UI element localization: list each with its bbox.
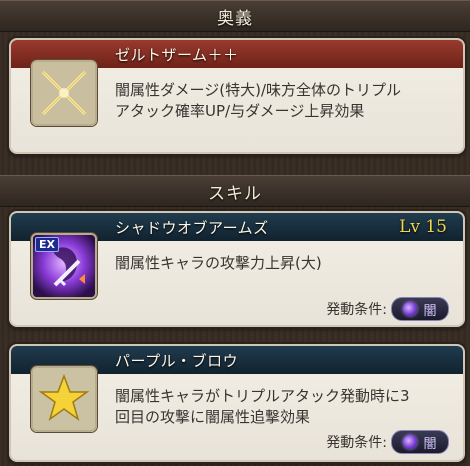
skill-card-1[interactable]: シャドウオブアームズ Lv 15 EX 闇属性キャラの攻撃力上昇(大) 発動条件… [9, 211, 465, 327]
skill-1-condition: 発動条件: 闇 [326, 297, 449, 321]
skill-2-name: パープル・ブロウ [115, 351, 239, 370]
ex-badge: EX [35, 237, 59, 252]
ougi-card[interactable]: ゼルトザーム＋＋ 闇属性ダメージ(特大)/味方全体のトリプル アタック確率UP/… [9, 38, 465, 154]
ougi-name: ゼルトザーム＋＋ [115, 45, 239, 64]
skill-2-condition-value: 闇 [423, 436, 437, 452]
skill-1-element-badge: 闇 [391, 297, 449, 321]
skill-2-description: 闇属性キャラがトリプルアタック発動時に3 回目の攻撃に闇属性追撃効果 [115, 387, 410, 426]
skill-1-condition-value: 闇 [423, 303, 437, 319]
skill-2-condition-label: 発動条件: [326, 435, 387, 451]
shadow-arms-icon: EX [31, 233, 97, 299]
skill-1-condition-label: 発動条件: [326, 302, 387, 318]
skill-2-element-badge: 闇 [391, 430, 449, 454]
section-header-skill: スキル [0, 175, 470, 207]
skill-2-condition: 発動条件: 闇 [326, 430, 449, 454]
star-icon [31, 366, 97, 432]
skill-card-2[interactable]: パープル・ブロウ 闇属性キャラがトリプルアタック発動時に3 回目の攻撃に闇属性追… [9, 344, 465, 462]
section-header-ougi: 奥義 [0, 0, 470, 32]
dark-orb-icon [403, 435, 418, 449]
dark-orb-icon [403, 302, 418, 316]
section-title-skill: スキル [208, 183, 262, 204]
crossed-swords-icon [31, 60, 97, 126]
ougi-description: 闇属性ダメージ(特大)/味方全体のトリプル アタック確率UP/与ダメージ上昇効果 [115, 81, 402, 120]
skill-1-description: 闇属性キャラの攻撃力上昇(大) [115, 254, 322, 272]
skill-1-name: シャドウオブアームズ [115, 218, 269, 237]
skill-1-level: Lv 15 [399, 217, 447, 237]
section-title-ougi: 奥義 [217, 8, 253, 29]
